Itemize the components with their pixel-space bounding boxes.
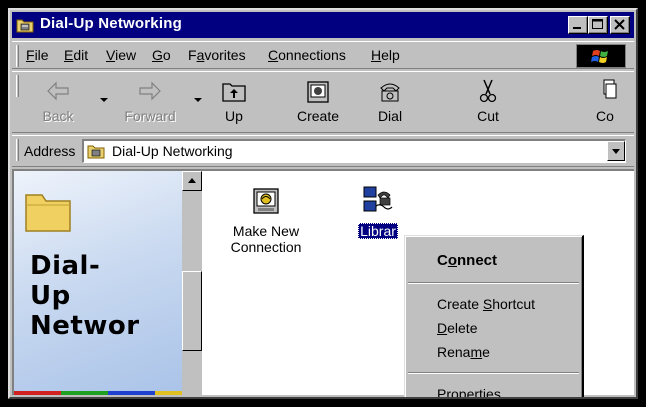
menu-separator — [408, 372, 579, 374]
copy-button[interactable]: Co — [578, 76, 636, 130]
forward-dropdown[interactable] — [194, 98, 202, 102]
dialup-folder-icon — [87, 145, 105, 159]
address-dropdown-button[interactable] — [607, 141, 625, 161]
create-button[interactable]: Create — [286, 76, 350, 130]
standard-toolbar: Back Forward Up Create Dial Cut Co — [12, 71, 634, 133]
panel-title-line: Networ — [30, 311, 140, 341]
menu-connections[interactable]: Connections — [268, 47, 346, 63]
menu-go[interactable]: Go — [152, 47, 171, 63]
dialup-networking-window: Dial-Up Networking File Edit View Go Fav… — [8, 8, 638, 399]
copy-label: Co — [596, 108, 614, 124]
minimize-icon — [573, 27, 581, 29]
context-rename[interactable]: Rename — [437, 344, 490, 360]
dialup-folder-icon — [16, 19, 34, 33]
create-connection-icon — [307, 81, 329, 103]
window-title: Dial-Up Networking — [40, 15, 182, 32]
context-create-shortcut[interactable]: Create Shortcut — [437, 296, 535, 312]
forward-arrow-icon — [139, 81, 161, 101]
make-new-connection-item[interactable]: Make New Connection — [226, 183, 306, 255]
menu-help[interactable]: Help — [371, 47, 400, 63]
back-arrow-icon — [47, 81, 69, 101]
title-bar[interactable]: Dial-Up Networking — [12, 12, 634, 38]
menu-view[interactable]: View — [106, 47, 136, 63]
dial-label: Dial — [377, 108, 403, 124]
maximize-button[interactable] — [588, 16, 608, 34]
close-button[interactable] — [610, 16, 630, 34]
context-delete[interactable]: Delete — [437, 320, 477, 336]
menu-favorites[interactable]: Favorites — [188, 47, 246, 63]
minimize-button[interactable] — [568, 16, 588, 34]
make-new-connection-label: Make New Connection — [230, 223, 302, 255]
vertical-scrollbar[interactable] — [182, 171, 202, 395]
back-label: Back — [42, 108, 74, 124]
library-connection-item[interactable]: Librar — [351, 183, 405, 239]
up-label: Up — [225, 108, 243, 124]
web-view-panel: Dial- Up Networ — [14, 171, 202, 395]
context-connect[interactable]: Connect — [437, 252, 497, 269]
panel-title: Dial- Up Networ — [30, 251, 202, 341]
close-icon — [614, 19, 625, 30]
dial-button[interactable]: Dial — [358, 76, 422, 130]
scissors-icon — [479, 79, 497, 103]
panel-title-line: Up — [30, 281, 71, 311]
library-connection-label: Librar — [358, 223, 398, 239]
address-label: Address — [24, 143, 76, 159]
forward-button[interactable]: Forward — [118, 76, 182, 130]
address-bar: Address Dial-Up Networking — [12, 135, 634, 167]
dial-phone-icon — [380, 83, 400, 102]
windows-logo-icon — [591, 50, 608, 63]
menu-bar: File Edit View Go Favorites Connections … — [12, 41, 634, 69]
scroll-up-button[interactable] — [182, 171, 202, 191]
menu-separator — [408, 282, 579, 284]
address-value: Dial-Up Networking — [112, 143, 233, 159]
windows-throbber — [576, 44, 626, 68]
back-dropdown[interactable] — [100, 98, 108, 102]
dialup-connection-icon — [363, 186, 393, 212]
address-grip[interactable] — [16, 139, 19, 161]
menu-edit[interactable]: Edit — [64, 47, 88, 63]
cut-button[interactable]: Cut — [456, 76, 520, 130]
toolbar-grip[interactable] — [16, 75, 19, 97]
up-button[interactable]: Up — [202, 76, 266, 130]
create-label: Create — [296, 108, 340, 124]
back-button[interactable]: Back — [26, 76, 90, 130]
scroll-thumb[interactable] — [182, 271, 202, 351]
context-properties[interactable]: Properties — [437, 386, 501, 397]
context-menu: Connect Create Shortcut Delete Rename Pr… — [404, 235, 584, 397]
folder-icon — [25, 194, 71, 232]
up-folder-icon — [222, 83, 246, 102]
address-input[interactable]: Dial-Up Networking — [82, 139, 626, 163]
make-new-connection-icon — [253, 188, 279, 214]
panel-title-line: Dial- — [30, 251, 101, 281]
forward-label: Forward — [124, 108, 176, 124]
cut-label: Cut — [477, 108, 499, 124]
copy-icon — [603, 79, 617, 99]
maximize-icon — [592, 19, 603, 29]
menu-file[interactable]: File — [26, 47, 49, 63]
menubar-grip[interactable] — [16, 45, 19, 67]
panel-color-bar — [14, 391, 202, 395]
